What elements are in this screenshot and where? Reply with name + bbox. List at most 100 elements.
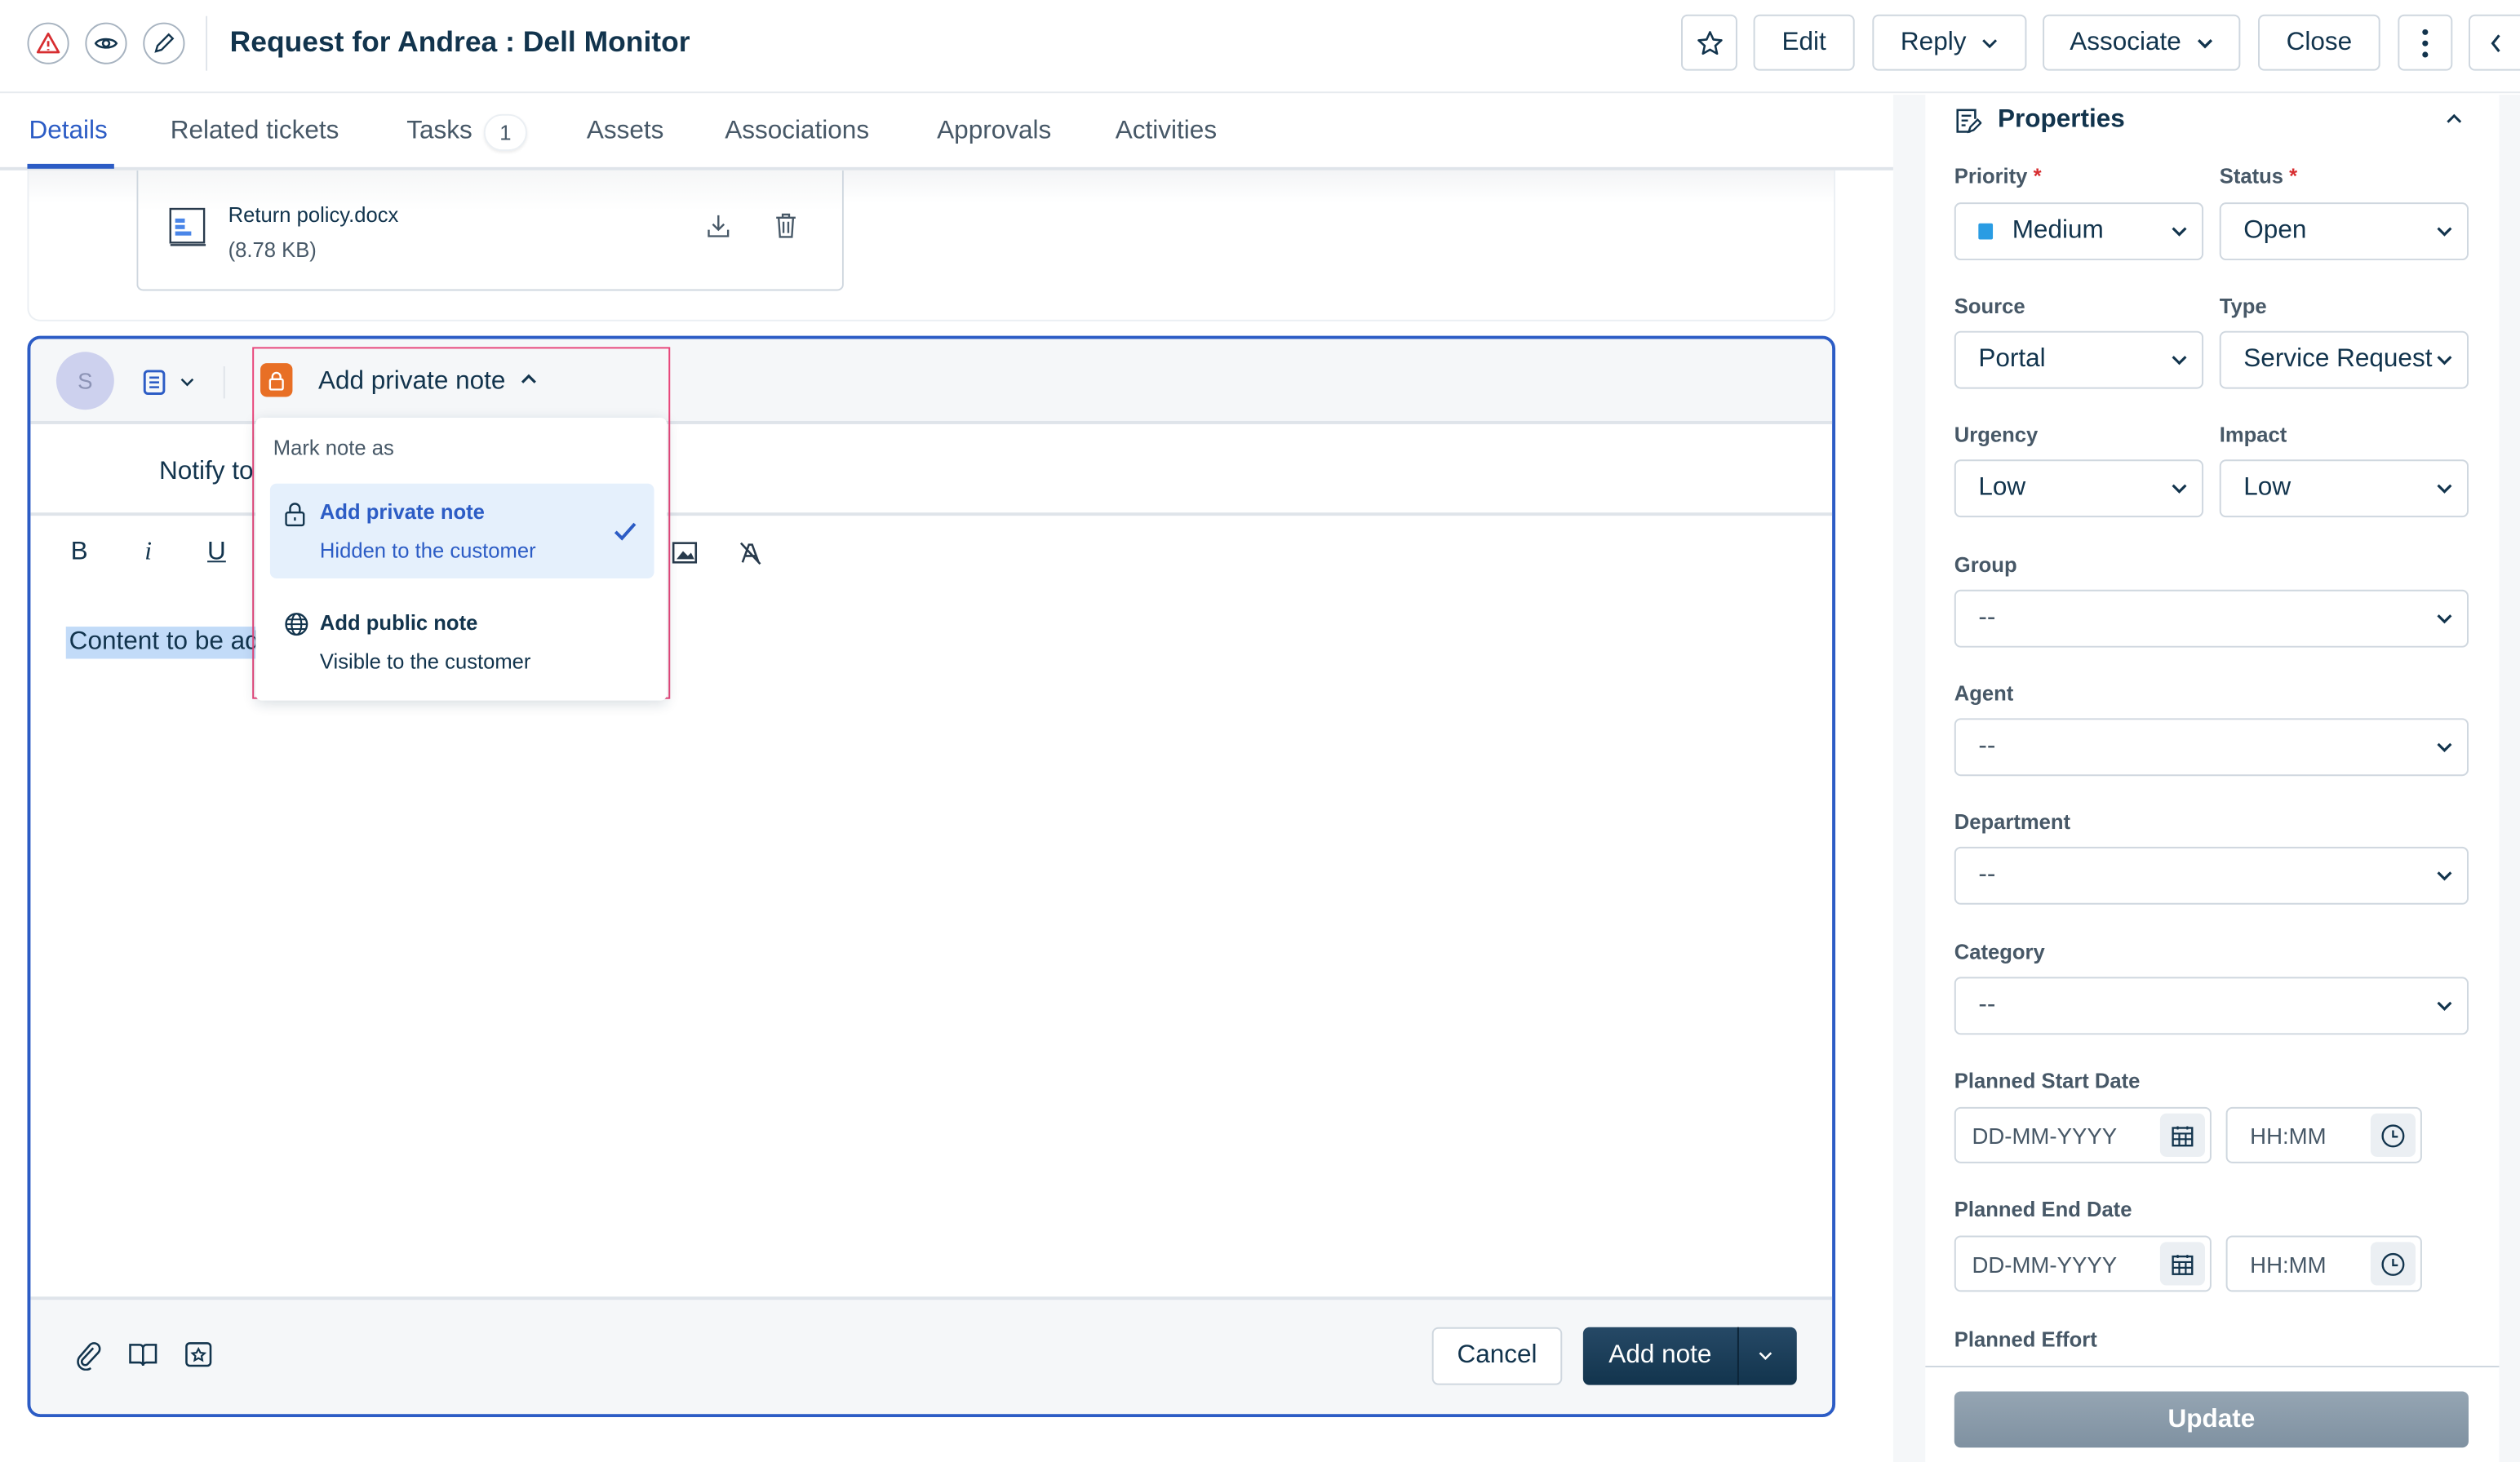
note-type-label: Add private note — [317, 367, 506, 396]
type-select[interactable]: Service Request — [2219, 330, 2469, 389]
group-select[interactable]: -- — [1954, 589, 2469, 648]
tab-details[interactable]: Details — [29, 117, 107, 146]
planned-start-label: Planned Start Date — [1954, 1068, 2141, 1093]
option-title: Add public note — [319, 610, 478, 635]
planned-end-date-input[interactable]: DD-MM-YYYY — [1954, 1235, 2212, 1292]
clock-icon[interactable] — [2370, 1242, 2416, 1286]
option-public-note[interactable]: Add public note Visible to the customer — [270, 595, 654, 689]
attachment-name[interactable]: Return policy.docx — [228, 202, 399, 227]
top-header: Request for Andrea : Dell Monitor Edit R… — [0, 0, 2520, 94]
tab-assets[interactable]: Assets — [587, 117, 664, 146]
impact-select[interactable]: Low — [2219, 459, 2469, 518]
collapse-panel-button[interactable] — [2468, 14, 2520, 71]
priority-value: Medium — [2012, 216, 2104, 245]
private-note-lock-badge — [260, 363, 293, 397]
department-label: Department — [1954, 809, 2071, 835]
lock-icon — [285, 503, 305, 527]
type-value: Service Request — [2243, 345, 2433, 373]
document-file-icon — [169, 207, 206, 246]
chevron-down-icon — [2172, 484, 2187, 494]
category-select[interactable]: -- — [1954, 977, 2469, 1035]
planned-start-time-input[interactable]: HH:MM — [2225, 1106, 2422, 1163]
chevron-down-icon — [2172, 227, 2187, 237]
delete-trash-icon[interactable] — [774, 212, 797, 239]
status-select[interactable]: Open — [2219, 202, 2469, 261]
more-options-button[interactable] — [2398, 14, 2453, 71]
attachment-size: (8.78 KB) — [228, 237, 317, 263]
clock-icon[interactable] — [2370, 1113, 2416, 1157]
planned-start-date-input[interactable]: DD-MM-YYYY — [1954, 1106, 2212, 1163]
note-type-dropdown: Mark note as Add private note Hidden to … — [255, 418, 668, 701]
chevron-down-icon — [2437, 1001, 2452, 1012]
agent-select[interactable]: -- — [1954, 718, 2469, 777]
calendar-icon[interactable] — [2159, 1242, 2206, 1286]
date-placeholder: DD-MM-YYYY — [1972, 1251, 2118, 1277]
edit-button[interactable]: Edit — [1753, 14, 1855, 71]
italic-button[interactable]: i — [144, 538, 152, 567]
add-note-button[interactable]: Add note — [1582, 1327, 1797, 1385]
add-note-label[interactable]: Add note — [1583, 1327, 1739, 1385]
calendar-icon[interactable] — [2159, 1113, 2206, 1157]
chevron-down-icon — [2437, 614, 2452, 624]
note-type-highlight: Add private note Mark note as Add privat… — [252, 347, 671, 701]
active-tab-indicator — [27, 163, 114, 169]
option-subtitle: Hidden to the customer — [319, 538, 536, 563]
time-placeholder: HH:MM — [2250, 1122, 2327, 1149]
priority-color-swatch — [1978, 223, 1994, 240]
kebab-menu-icon — [2422, 28, 2429, 57]
favorite-button[interactable] — [1680, 14, 1737, 71]
tasks-count-badge: 1 — [483, 113, 527, 152]
category-value: -- — [1978, 991, 1996, 1019]
alert-icon[interactable] — [27, 22, 69, 64]
impact-label: Impact — [2219, 422, 2287, 447]
dropdown-heading: Mark note as — [273, 435, 394, 460]
update-button[interactable]: Update — [1954, 1391, 2469, 1448]
page-title: Request for Andrea : Dell Monitor — [229, 25, 690, 58]
chevron-down-icon — [2437, 484, 2452, 494]
watch-eye-icon[interactable] — [85, 22, 127, 64]
reply-button[interactable]: Reply — [1872, 14, 2027, 71]
source-select[interactable]: Portal — [1954, 330, 2204, 389]
download-icon[interactable] — [706, 214, 732, 240]
bold-button[interactable]: B — [71, 538, 88, 567]
urgency-select[interactable]: Low — [1954, 459, 2204, 518]
editor-content[interactable]: Content to be ad — [65, 627, 263, 659]
planned-end-time-input[interactable]: HH:MM — [2225, 1235, 2422, 1292]
urgency-value: Low — [1978, 473, 2026, 502]
note-type-toggle[interactable]: Add private note — [257, 361, 643, 403]
insert-asset-icon[interactable] — [184, 1341, 212, 1370]
chevron-down-icon — [2198, 38, 2213, 48]
properties-form-icon — [1956, 109, 1982, 134]
priority-label-text: Priority — [1954, 163, 2028, 188]
tab-related-tickets[interactable]: Related tickets — [171, 117, 339, 146]
attachment-card: Return policy.docx (8.78 KB) — [136, 170, 844, 291]
tab-approvals[interactable]: Approvals — [937, 117, 1051, 146]
underline-button[interactable]: U — [207, 538, 226, 567]
chevron-down-icon[interactable] — [1759, 1351, 1773, 1361]
edit-pencil-icon[interactable] — [143, 22, 185, 64]
tab-activities[interactable]: Activities — [1116, 117, 1217, 146]
chevron-up-icon[interactable] — [2446, 113, 2462, 124]
department-select[interactable]: -- — [1954, 846, 2469, 905]
tab-associations[interactable]: Associations — [725, 117, 869, 146]
close-button[interactable]: Close — [2258, 14, 2380, 71]
canned-response-icon[interactable] — [143, 370, 166, 396]
solution-book-icon[interactable] — [129, 1341, 158, 1370]
attachment-paperclip-icon[interactable] — [76, 1341, 102, 1371]
cancel-button[interactable]: Cancel — [1431, 1327, 1563, 1385]
chevron-down-icon[interactable] — [180, 378, 195, 388]
insert-image-icon[interactable] — [672, 542, 698, 565]
clear-formatting-icon[interactable] — [739, 540, 762, 566]
priority-label: Priority * — [1954, 163, 2042, 188]
notify-label: Notify to — [158, 458, 254, 485]
lock-icon — [268, 370, 284, 390]
status-label: Status * — [2219, 163, 2298, 188]
priority-select[interactable]: Medium — [1954, 202, 2204, 261]
associate-button[interactable]: Associate — [2043, 14, 2241, 71]
option-private-note[interactable]: Add private note Hidden to the customer — [269, 483, 654, 578]
group-value: -- — [1978, 604, 1996, 631]
globe-icon — [285, 613, 308, 636]
star-icon — [1697, 30, 1722, 55]
status-value: Open — [2243, 216, 2307, 245]
tab-tasks[interactable]: Tasks — [406, 117, 472, 146]
